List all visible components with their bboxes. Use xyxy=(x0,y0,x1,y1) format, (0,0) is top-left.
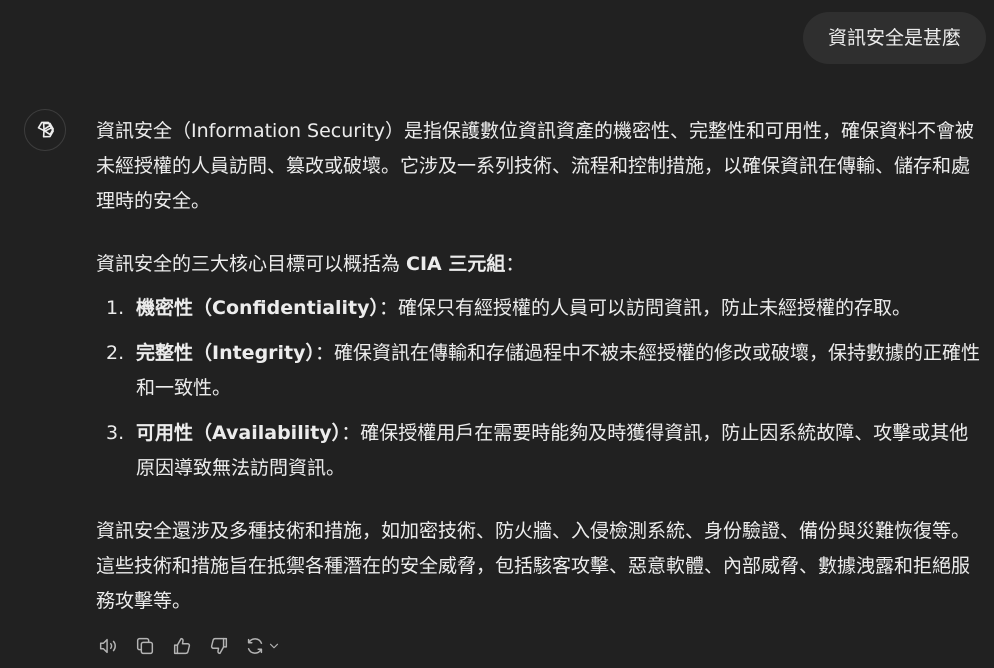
bad-response-button[interactable] xyxy=(207,634,231,658)
list-item-number: 3. xyxy=(106,422,125,444)
copy-icon xyxy=(136,637,154,655)
list-item-confidentiality: 1. 機密性（Confidentiality）：確保只有經授權的人員可以訪問資訊… xyxy=(96,291,982,326)
cia-goals-list: 1. 機密性（Confidentiality）：確保只有經授權的人員可以訪問資訊… xyxy=(96,291,982,486)
message-actions-bar xyxy=(96,634,281,658)
assistant-logo-icon xyxy=(37,121,55,138)
list-item-title: 完整性（Integrity） xyxy=(136,342,316,364)
regenerate-icon xyxy=(247,638,263,654)
list-item-title: 機密性（Confidentiality） xyxy=(136,297,380,319)
cia-intro-prefix: 資訊安全的三大核心目標可以概括為 xyxy=(96,253,407,275)
list-item-number: 2. xyxy=(106,342,125,364)
assistant-avatar xyxy=(24,109,66,151)
answer-closing-paragraph: 資訊安全還涉及多種技術和措施，如加密技術、防火牆、入侵檢測系統、身份驗證、備份與… xyxy=(96,520,971,612)
read-aloud-button[interactable] xyxy=(96,634,120,658)
good-response-button[interactable] xyxy=(170,634,194,658)
regenerate-button[interactable] xyxy=(244,635,281,657)
answer-intro-paragraph: 資訊安全（Information Security）是指保護數位資訊資產的機密性… xyxy=(96,120,975,212)
chevron-down-icon xyxy=(269,643,279,649)
list-item-integrity: 2. 完整性（Integrity）：確保資訊在傳輸和存儲過程中不被未經授權的修改… xyxy=(96,336,982,406)
assistant-answer: 資訊安全（Information Security）是指保護數位資訊資產的機密性… xyxy=(96,114,982,619)
list-item-availability: 3. 可用性（Availability）：確保授權用戶在需要時能夠及時獲得資訊，… xyxy=(96,416,982,486)
cia-intro-paragraph: 資訊安全的三大核心目標可以概括為 CIA 三元組： xyxy=(96,247,982,282)
copy-button[interactable] xyxy=(133,634,157,658)
list-item-number: 1. xyxy=(106,297,125,319)
list-item-title: 可用性（Availability） xyxy=(136,422,342,444)
speaker-icon xyxy=(99,638,116,654)
cia-intro-suffix: ： xyxy=(505,253,525,275)
thumbs-up-icon xyxy=(173,637,191,655)
list-item-text: ：確保只有經授權的人員可以訪問資訊，防止未經授權的存取。 xyxy=(379,297,912,319)
user-message-bubble: 資訊安全是甚麼 xyxy=(802,12,986,64)
cia-triad-term: CIA 三元組 xyxy=(406,253,506,275)
thumbs-down-icon xyxy=(210,637,228,655)
